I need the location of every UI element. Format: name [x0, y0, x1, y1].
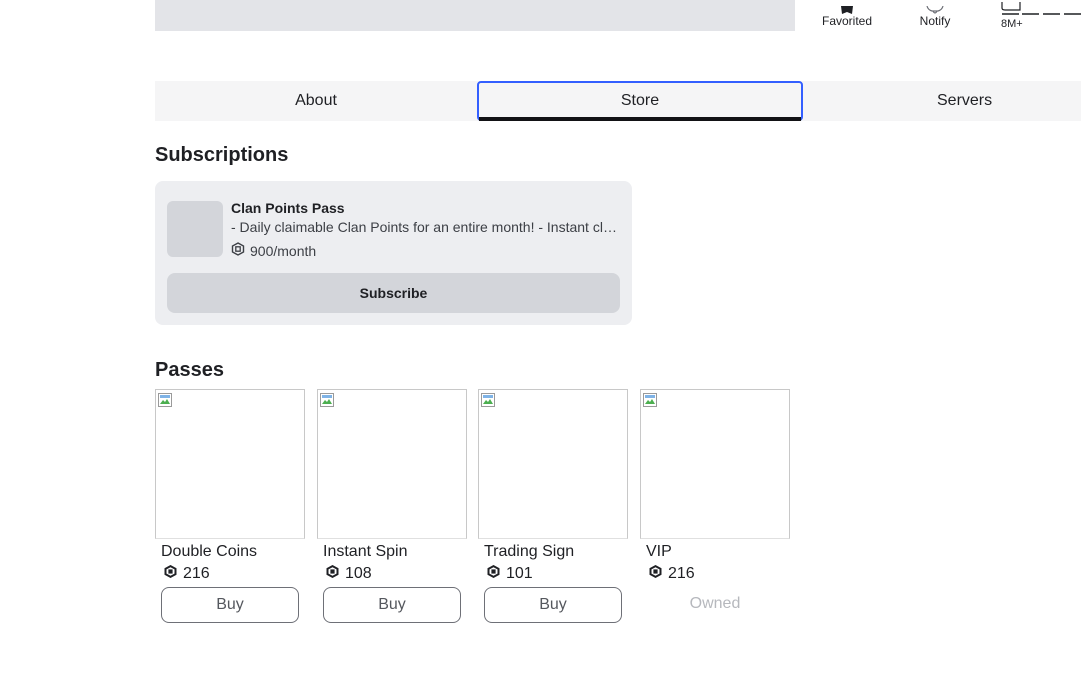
game-thumbnail-carousel	[155, 0, 795, 31]
pass-name: Instant Spin	[323, 543, 408, 560]
visits-icon	[996, 0, 1081, 16]
pass-price-value: 108	[345, 565, 372, 582]
pass-card[interactable]: Double Coins 216 Buy	[155, 389, 305, 623]
robux-icon	[231, 242, 245, 259]
broken-image-icon	[158, 393, 172, 407]
pass-card[interactable]: Instant Spin 108 Buy	[317, 389, 467, 623]
pass-price: 216	[648, 564, 695, 584]
visits-stat: 8M+	[996, 0, 1081, 30]
buy-button[interactable]: Buy	[161, 587, 299, 623]
subscriptions-heading: Subscriptions	[155, 144, 289, 166]
broken-image-icon	[320, 393, 334, 407]
owned-label: Owned	[689, 595, 741, 612]
pass-image	[478, 389, 628, 539]
passes-heading: Passes	[155, 359, 224, 381]
buy-button-label: Buy	[378, 596, 406, 613]
tab-about[interactable]: About	[155, 81, 477, 121]
tab-about-label: About	[295, 92, 337, 109]
robux-icon	[486, 564, 501, 584]
buy-button[interactable]: Buy	[323, 587, 461, 623]
subscription-description: - Daily claimable Clan Points for an ent…	[231, 219, 621, 235]
robux-icon	[163, 564, 178, 584]
broken-image-icon	[643, 393, 657, 407]
pass-price: 108	[325, 564, 372, 584]
favorite-label: Favorited	[821, 14, 873, 28]
tab-bar: About Store Servers	[155, 81, 1081, 121]
tab-servers-label: Servers	[937, 92, 993, 109]
pass-price-value: 216	[183, 565, 210, 582]
robux-icon	[648, 564, 663, 584]
subscription-card: Clan Points Pass - Daily claimable Clan …	[155, 181, 632, 325]
pass-name: VIP	[646, 543, 672, 560]
buy-button-label: Buy	[539, 596, 567, 613]
broken-image-icon	[481, 393, 495, 407]
buy-button[interactable]: Buy	[484, 587, 622, 623]
subscription-price: 900/month	[231, 242, 316, 259]
pass-price-value: 216	[668, 565, 695, 582]
buy-button-label: Buy	[216, 596, 244, 613]
tab-store[interactable]: Store	[477, 81, 803, 121]
pass-image	[317, 389, 467, 539]
pass-price: 101	[486, 564, 533, 584]
subscribe-button[interactable]: Subscribe	[167, 273, 620, 313]
subscription-name: Clan Points Pass	[231, 200, 345, 216]
pass-name: Double Coins	[161, 543, 258, 560]
subscribe-button-label: Subscribe	[359, 285, 428, 301]
pass-image	[155, 389, 305, 539]
notify-label: Notify	[919, 14, 951, 28]
pass-card[interactable]: Trading Sign 101 Buy	[478, 389, 628, 623]
pass-price-value: 101	[506, 565, 533, 582]
pass-name: Trading Sign	[484, 543, 575, 560]
subscription-price-value: 900/month	[250, 242, 317, 259]
pass-image	[640, 389, 790, 539]
notify-button[interactable]: Notify	[910, 0, 960, 28]
robux-icon	[325, 564, 340, 584]
favorite-button[interactable]: Favorited	[817, 0, 877, 28]
tab-servers[interactable]: Servers	[803, 81, 1081, 121]
tab-store-label: Store	[620, 92, 660, 109]
pass-price: 216	[163, 564, 210, 584]
pass-card[interactable]: VIP 216 Owned	[640, 389, 790, 612]
subscription-thumbnail	[167, 201, 223, 257]
visits-count: 8M+	[1001, 18, 1023, 30]
